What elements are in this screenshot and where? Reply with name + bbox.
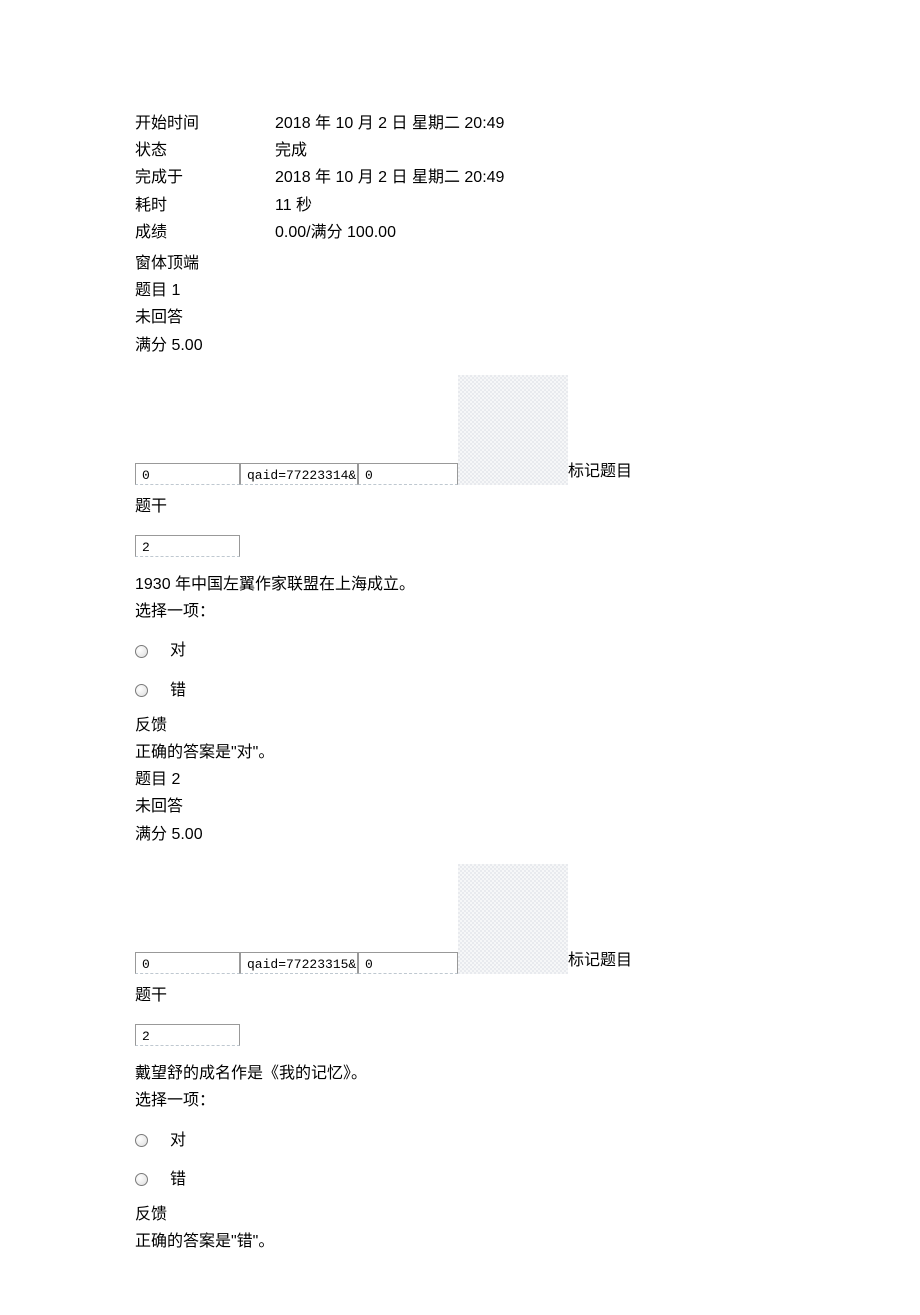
question-2-option-false[interactable]: 错 — [135, 1166, 785, 1193]
question-2-field-c[interactable]: 0 — [358, 952, 458, 974]
question-1-title: 题目 1 — [135, 277, 785, 304]
state-label: 状态 — [135, 137, 275, 164]
completed-value: 2018 年 10 月 2 日 星期二 20:49 — [275, 164, 785, 191]
question-2: 题目 2 未回答 满分 5.00 0 qaid=77223315& 0 标记题目… — [135, 766, 785, 1255]
radio-icon[interactable] — [135, 684, 148, 697]
question-2-title: 题目 2 — [135, 766, 785, 793]
question-2-option-true-label: 对 — [170, 1127, 186, 1154]
question-2-max-mark: 满分 5.00 — [135, 821, 785, 848]
question-1-not-answered: 未回答 — [135, 304, 785, 331]
question-2-field-b[interactable]: qaid=77223315& — [240, 952, 358, 974]
question-1: 题目 1 未回答 满分 5.00 0 qaid=77223314& 0 标记题目… — [135, 277, 785, 766]
question-1-field-b[interactable]: qaid=77223314& — [240, 463, 358, 485]
question-2-small-field[interactable]: 2 — [135, 1024, 240, 1046]
question-1-correct-answer: 正确的答案是"对"。 — [135, 739, 785, 766]
question-2-feedback-header: 反馈 — [135, 1201, 785, 1228]
question-1-feedback-header: 反馈 — [135, 712, 785, 739]
radio-icon[interactable] — [135, 645, 148, 658]
state-value: 完成 — [275, 137, 785, 164]
question-1-field-c[interactable]: 0 — [358, 463, 458, 485]
question-1-choose-prompt: 选择一项： — [135, 598, 785, 625]
radio-icon[interactable] — [135, 1134, 148, 1147]
completed-label: 完成于 — [135, 164, 275, 191]
start-time-value: 2018 年 10 月 2 日 星期二 20:49 — [275, 110, 785, 137]
flag-icon[interactable] — [458, 864, 568, 974]
start-time-label: 开始时间 — [135, 110, 275, 137]
question-1-option-true-label: 对 — [170, 637, 186, 664]
question-2-flag-region: 0 qaid=77223315& 0 标记题目 — [135, 864, 785, 974]
question-2-stem-header: 题干 — [135, 982, 785, 1009]
question-2-option-true[interactable]: 对 — [135, 1127, 785, 1154]
question-2-choose-prompt: 选择一项： — [135, 1087, 785, 1114]
question-1-max-mark: 满分 5.00 — [135, 332, 785, 359]
question-1-small-field[interactable]: 2 — [135, 535, 240, 557]
question-1-option-false[interactable]: 错 — [135, 677, 785, 704]
question-2-not-answered: 未回答 — [135, 793, 785, 820]
question-2-flag-label[interactable]: 标记题目 — [568, 947, 632, 974]
elapsed-value: 11 秒 — [275, 192, 785, 219]
question-1-option-false-label: 错 — [170, 677, 186, 704]
question-2-option-false-label: 错 — [170, 1166, 186, 1193]
grade-label: 成绩 — [135, 219, 275, 246]
flag-icon[interactable] — [458, 375, 568, 485]
grade-value: 0.00/满分 100.00 — [275, 219, 785, 246]
question-2-correct-answer: 正确的答案是"错"。 — [135, 1228, 785, 1255]
attempt-summary: 开始时间 2018 年 10 月 2 日 星期二 20:49 状态 完成 完成于… — [135, 110, 785, 246]
question-1-field-a[interactable]: 0 — [135, 463, 240, 485]
question-1-flag-label[interactable]: 标记题目 — [568, 458, 632, 485]
question-2-text: 戴望舒的成名作是《我的记忆》。 — [135, 1060, 785, 1087]
form-top-label: 窗体顶端 — [135, 250, 785, 277]
question-1-stem-header: 题干 — [135, 493, 785, 520]
question-1-text: 1930 年中国左翼作家联盟在上海成立。 — [135, 571, 785, 598]
question-2-field-a[interactable]: 0 — [135, 952, 240, 974]
radio-icon[interactable] — [135, 1173, 148, 1186]
question-1-option-true[interactable]: 对 — [135, 637, 785, 664]
elapsed-label: 耗时 — [135, 192, 275, 219]
question-1-flag-region: 0 qaid=77223314& 0 标记题目 — [135, 375, 785, 485]
